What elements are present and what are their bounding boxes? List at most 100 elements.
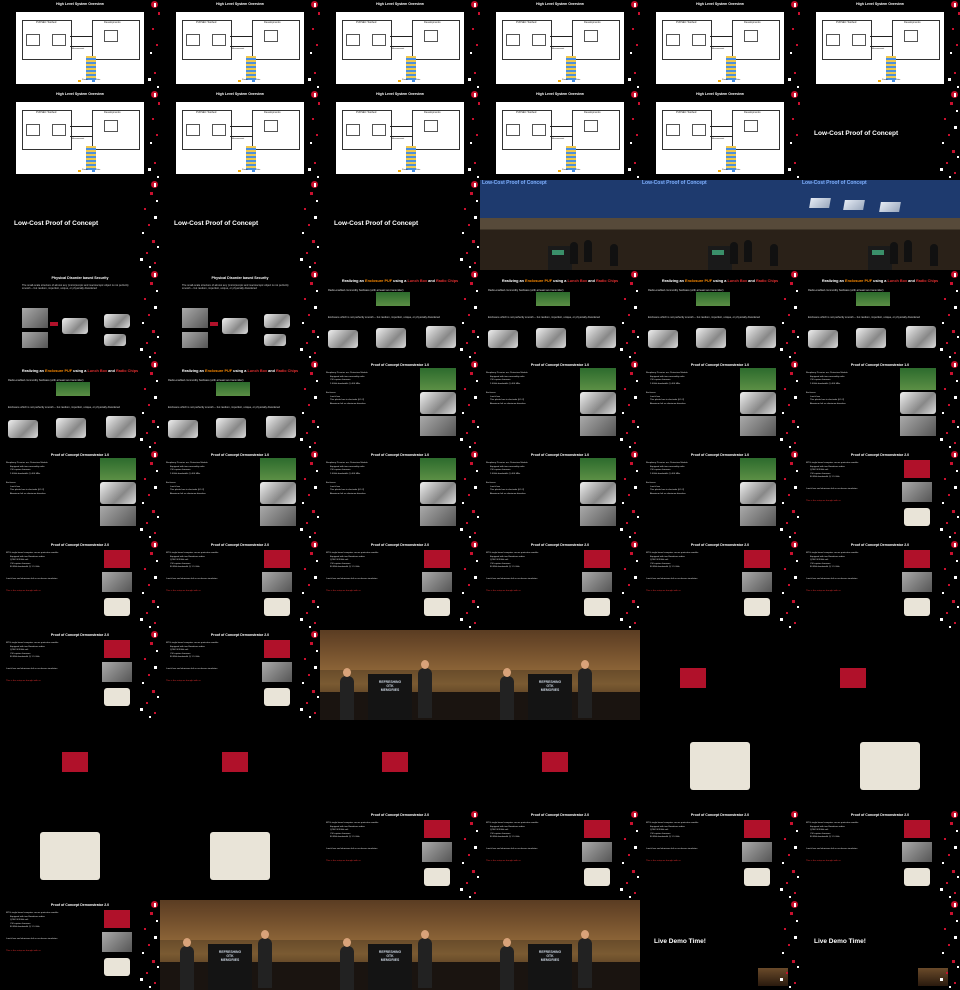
wall [480, 630, 640, 670]
thumbnail-frame[interactable]: Proof of Concept Demonstrator 2.0 MTG sin… [320, 540, 480, 630]
projected-title: Low-Cost Proof of Concept [642, 180, 707, 186]
thumbnail-frame[interactable]: Proof of Concept Demonstrator 2.0 MTG sin… [800, 540, 960, 630]
bullet: Equipped with two Broadcom radios [10, 915, 45, 918]
thumbnail-frame[interactable] [800, 630, 960, 720]
thumbnail-frame[interactable]: Proof of Concept Demonstrator 1.0 Raspber… [640, 450, 800, 540]
thumbnail-frame[interactable]: Proof of Concept Demonstrator 2.0 MTG sin… [160, 630, 320, 720]
thumbnail-frame[interactable] [160, 810, 320, 900]
bullet: QCA 2.4/5GHz wifi [650, 829, 669, 831]
thumbnail-frame[interactable]: Physical Disorder based Security The smal… [0, 270, 160, 360]
thumbnail-frame[interactable]: Proof of Concept Demonstrator 2.0 MTG sin… [640, 540, 800, 630]
thumbnail-frame[interactable]: Proof of Concept Demonstrator 2.0 MTG sin… [320, 810, 480, 900]
thumbnail-frame[interactable] [480, 720, 640, 810]
thumbnail-frame[interactable]: Proof of Concept Demonstrator 2.0 MTG sin… [480, 540, 640, 630]
thumbnail-frame[interactable]: Proof of Concept Demonstrator 1.0 Raspber… [160, 450, 320, 540]
thumbnail-frame[interactable]: REFRESHING GTK MEMORIES [320, 900, 480, 990]
thumbnail-frame[interactable]: Live Demo Time! [800, 900, 960, 990]
bullet: CSI capture firmware [650, 832, 671, 835]
bullet: MTG single board computer secure protect… [166, 642, 219, 644]
projected-title: Low-Cost Proof of Concept [482, 180, 547, 186]
thumbnail-frame[interactable] [0, 810, 160, 900]
podium-sign: REFRESHING GTK MEMORIES [532, 950, 568, 962]
box-image [104, 688, 130, 706]
thumbnail-frame[interactable]: REFRESHING GTK MEMORIES [160, 900, 320, 990]
thumbnail-frame[interactable]: High Level System Overview PUFSEC Testbed… [480, 0, 640, 90]
thumbnail-frame[interactable]: Realizing an Enclosure PUF using a Lunch… [0, 360, 160, 450]
slide-title: High Level System Overview [216, 2, 264, 6]
thumbnail-frame[interactable]: REFRESHING GTK MEMORIES [480, 900, 640, 990]
thumbnail-frame[interactable]: High Level System Overview PUFSEC Testbed… [480, 90, 640, 180]
thumbnail-frame[interactable]: Realizing an Enclosure PUF using a Lunch… [320, 270, 480, 360]
bullet: Thin plastic box to electrode [0.5 V] [650, 399, 685, 401]
university-logo [151, 1, 158, 8]
legend-data-swatch [572, 80, 575, 82]
speaker-left [180, 946, 194, 990]
bullet: CSI capture firmware [810, 832, 831, 835]
thumbnail-frame[interactable]: Proof of Concept Demonstrator 2.0 MTG sin… [640, 810, 800, 900]
bullet: CSI capture firmware [10, 562, 31, 565]
thumbnail-frame[interactable] [0, 720, 160, 810]
thumbnail-frame[interactable]: Proof of Concept Demonstrator 1.0 Raspber… [320, 360, 480, 450]
red-board-image [104, 910, 130, 928]
speaker-head [261, 930, 269, 939]
pixel-decoration [776, 540, 800, 630]
thumbnail-frame[interactable]: Proof of Concept Demonstrator 2.0 MTG sin… [800, 810, 960, 900]
foil-image [809, 198, 831, 208]
thumbnail-frame[interactable]: High Level System Overview PUFSEC Testbed… [160, 0, 320, 90]
thumbnail-frame[interactable]: Proof of Concept Demonstrator 1.0 Raspber… [800, 360, 960, 450]
thumbnail-frame[interactable]: High Level System Overview PUFSEC Testbed… [640, 0, 800, 90]
developments-label: Developments [264, 21, 281, 24]
thumbnail-frame[interactable]: Proof of Concept Demonstrator 2.0 MTG sin… [0, 540, 160, 630]
thumbnail-frame[interactable] [160, 720, 320, 810]
title-part: using a [553, 279, 567, 283]
thumbnail-frame[interactable]: Low-Cost Proof of Concept [480, 180, 640, 270]
thumbnail-frame[interactable]: High Level System Overview PUFSEC Testbed… [320, 0, 480, 90]
board-image [740, 368, 776, 390]
thumbnail-frame[interactable]: Physical Disorder based Security The smal… [160, 270, 320, 360]
thumbnail-frame[interactable]: Proof of Concept Demonstrator 1.0 Raspber… [640, 360, 800, 450]
thumbnail-frame[interactable]: High Level System Overview PUFSEC Testbed… [800, 0, 960, 90]
bullet: CSI capture firmware [330, 832, 351, 835]
thumbnail-frame[interactable]: Proof of Concept Demonstrator 1.0 Raspber… [480, 360, 640, 450]
thumbnail-frame[interactable]: Low-Cost Proof of Concept [160, 180, 320, 270]
title-part: Enclosure PUF [365, 279, 393, 283]
thumbnail-frame[interactable]: Proof of Concept Demonstrator 2.0 MTG sin… [480, 810, 640, 900]
thumbnail-frame[interactable]: Realizing an Enclosure PUF using a Lunch… [160, 360, 320, 450]
pixel-decoration [136, 450, 160, 540]
thumbnail-frame[interactable]: High Level System Overview PUFSEC Testbed… [0, 90, 160, 180]
thumbnail-frame[interactable]: High Level System Overview PUFSEC Testbed… [0, 0, 160, 90]
box-image [740, 416, 776, 436]
thumbnail-frame[interactable]: Proof of Concept Demonstrator 2.0 MTG sin… [0, 630, 160, 720]
thumbnail-frame[interactable]: Realizing an Enclosure PUF using a Lunch… [480, 270, 640, 360]
thumbnail-frame[interactable]: REFRESHING GTK MEMORIES [480, 630, 640, 720]
thumbnail-frame[interactable]: High Level System Overview PUFSEC Testbed… [640, 90, 800, 180]
thumbnail-frame[interactable] [640, 630, 800, 720]
legend-data-label: Data [576, 169, 581, 171]
thumbnail-frame[interactable]: Proof of Concept Demonstrator 1.0 Raspber… [320, 450, 480, 540]
thumbnail-frame[interactable]: High Level System Overview PUFSEC Testbed… [320, 90, 480, 180]
thumbnail-frame[interactable]: High Level System Overview PUFSEC Testbed… [160, 90, 320, 180]
thumbnail-frame[interactable]: Low-Cost Proof of Concept [0, 180, 160, 270]
thumbnail-frame[interactable]: Realizing an Enclosure PUF using a Lunch… [800, 270, 960, 360]
thumbnail-frame[interactable]: Low-Cost Proof of Concept [800, 180, 960, 270]
thumbnail-frame[interactable]: Realizing an Enclosure PUF using a Lunch… [640, 270, 800, 360]
thumbnail-frame[interactable]: Proof of Concept Demonstrator 2.0 MTG sin… [800, 450, 960, 540]
thumbnail-frame[interactable]: Proof of Concept Demonstrator 1.0 Raspber… [0, 450, 160, 540]
thumbnail-frame[interactable]: Live Demo Time! [640, 900, 800, 990]
thumbnail-frame[interactable]: Low-Cost Proof of Concept [800, 90, 960, 180]
thumbnail-frame[interactable]: Proof of Concept Demonstrator 2.0 MTG sin… [0, 900, 160, 990]
thumbnail-frame[interactable] [320, 720, 480, 810]
thumbnail-frame[interactable]: Proof of Concept Demonstrator 1.0 Raspber… [480, 450, 640, 540]
thumbnail-frame[interactable]: Proof of Concept Demonstrator 2.0 MTG sin… [160, 540, 320, 630]
thumbnail-frame[interactable] [640, 720, 800, 810]
thumbnail-frame[interactable]: Low-Cost Proof of Concept [640, 180, 800, 270]
university-logo [791, 901, 798, 908]
thumbnail-frame[interactable]: REFRESHING GTK MEMORIES [320, 630, 480, 720]
bullet-highlight: This is the setup we brought with us [806, 590, 841, 592]
bullet: MTG single board computer secure protect… [486, 552, 539, 554]
wall [320, 630, 480, 670]
thumbnail-frame[interactable]: Low-Cost Proof of Concept [320, 180, 480, 270]
thumbnail-frame[interactable] [800, 720, 960, 810]
module-c [264, 30, 278, 42]
bullet: Thin plastic box to electrode [0.5 V] [170, 489, 205, 491]
